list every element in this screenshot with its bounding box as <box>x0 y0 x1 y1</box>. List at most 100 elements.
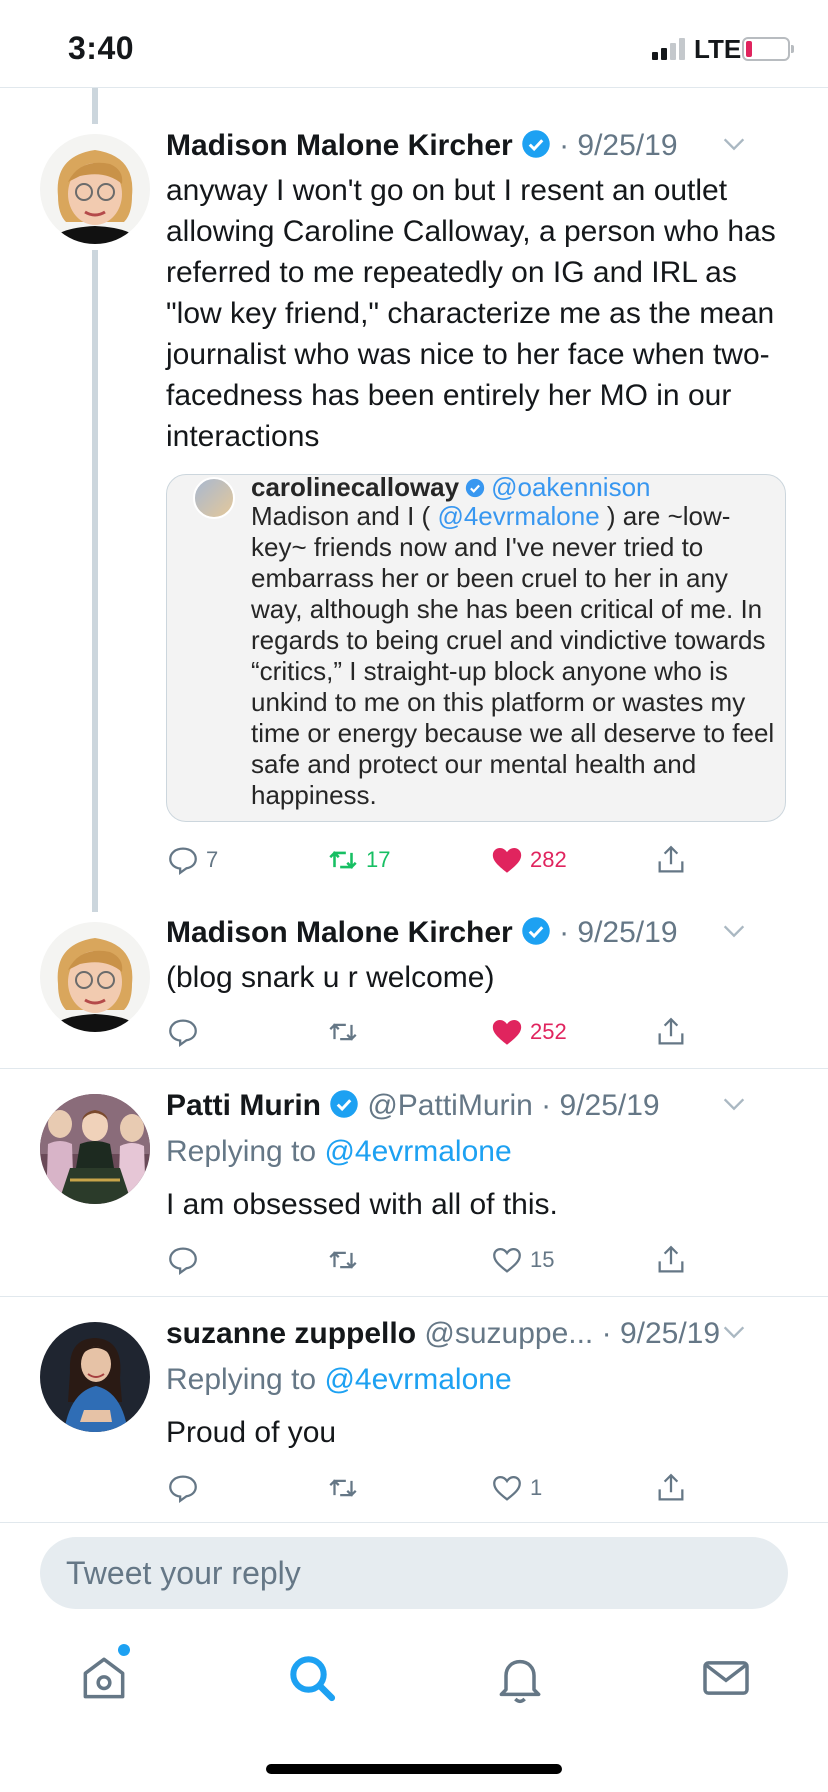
avatar[interactable] <box>40 922 150 1032</box>
tweet-header: Madison Malone Kircher · 9/25/19 <box>166 126 788 166</box>
replying-to-label: Replying to <box>166 1135 325 1168</box>
replying-to-handle[interactable]: @4evrmalone <box>324 1363 511 1396</box>
share-button[interactable] <box>654 1240 688 1280</box>
chevron-down-icon[interactable] <box>720 917 748 945</box>
home-indicator[interactable] <box>266 1764 562 1774</box>
nav-notifications[interactable] <box>492 1650 548 1706</box>
tweet-date[interactable]: 9/25/19 <box>620 1317 720 1350</box>
divider <box>0 1296 828 1297</box>
replying-to: Replying to @4evrmalone <box>166 1360 512 1400</box>
embed-verified-icon <box>465 478 485 498</box>
tweet-actions: 7 17 282 <box>166 840 706 880</box>
avatar-photo <box>40 1322 150 1432</box>
tweet-text: I am obsessed with all of this. <box>166 1188 558 1221</box>
reply-icon <box>169 1247 197 1275</box>
like-button[interactable]: 282 <box>490 840 567 880</box>
bottom-nav <box>0 1620 828 1730</box>
like-button[interactable]: 1 <box>490 1468 542 1508</box>
author-name[interactable]: Patti Murin <box>166 1089 321 1122</box>
notification-dot <box>118 1644 130 1656</box>
divider <box>0 1522 828 1523</box>
retweet-button[interactable]: 17 <box>326 840 390 880</box>
nav-messages[interactable] <box>698 1650 754 1706</box>
like-button[interactable]: 15 <box>490 1240 554 1280</box>
embed-mention: @4evrmalone <box>437 501 600 531</box>
reply-icon <box>169 847 197 875</box>
heart-filled-icon <box>492 847 522 873</box>
share-icon <box>658 1017 684 1045</box>
retweet-icon <box>329 851 357 869</box>
thread-line <box>92 88 98 124</box>
author-name[interactable]: suzanne zuppello <box>166 1317 416 1350</box>
avatar-photo <box>40 922 150 1032</box>
tweet-actions: 15 <box>166 1240 706 1280</box>
battery-icon <box>742 37 794 61</box>
author-handle-text: @suzuppe... <box>424 1317 594 1350</box>
tweet-header: Madison Malone Kircher · 9/25/19 <box>166 913 788 953</box>
embed-text-after: ) are ~low-key~ friends now and I've nev… <box>251 501 775 810</box>
thread-line <box>92 250 98 912</box>
avatar-photo <box>40 134 150 244</box>
tweet-header: Patti Murin @PattiMurin · 9/25/19 <box>166 1086 788 1126</box>
embedded-image[interactable]: carolinecalloway @oakennison Madison and … <box>166 474 786 822</box>
retweet-icon <box>329 1023 357 1041</box>
author-handle[interactable]: @PattiMurin <box>359 1089 533 1122</box>
tweet-date[interactable]: 9/25/19 <box>560 1089 660 1122</box>
replying-to-handle[interactable]: @4evrmalone <box>324 1135 511 1168</box>
reply-button[interactable] <box>166 1468 206 1508</box>
avatar[interactable] <box>40 1322 150 1432</box>
share-button[interactable] <box>654 1012 688 1052</box>
replying-to: Replying to @4evrmalone <box>166 1132 512 1172</box>
nav-home[interactable] <box>76 1644 132 1706</box>
retweet-icon <box>329 1251 357 1269</box>
share-icon <box>658 1473 684 1501</box>
share-button[interactable] <box>654 840 688 880</box>
verified-icon <box>521 917 550 945</box>
heart-icon <box>493 1247 521 1273</box>
reply-button[interactable] <box>166 1240 206 1280</box>
divider <box>0 1068 828 1069</box>
reply-button[interactable] <box>166 1012 206 1052</box>
chevron-down-icon[interactable] <box>720 1090 748 1118</box>
avatar[interactable] <box>40 134 150 244</box>
tweet-date[interactable]: 9/25/19 <box>577 916 677 949</box>
tweet-actions: 252 <box>166 1012 706 1052</box>
reply-input[interactable]: Tweet your reply <box>40 1537 788 1609</box>
chevron-down-icon[interactable] <box>720 130 748 158</box>
share-button[interactable] <box>654 1468 688 1508</box>
avatar[interactable] <box>40 1094 150 1204</box>
tweet-text: Proud of you <box>166 1416 337 1449</box>
author-handle[interactable]: @suzuppe... <box>416 1317 593 1350</box>
reply-icon <box>169 1019 197 1047</box>
status-time: 3:40 <box>68 30 135 66</box>
separator-dot: · <box>532 1089 560 1122</box>
nav-search[interactable] <box>284 1650 340 1706</box>
tweet-actions: 1 <box>166 1468 706 1508</box>
retweet-icon <box>329 1479 357 1497</box>
separator-dot: · <box>550 129 578 162</box>
like-button[interactable]: 252 <box>490 1012 567 1052</box>
embed-handle: @oakennison <box>491 474 651 502</box>
chevron-down-icon[interactable] <box>720 1318 748 1346</box>
like-count: 1 <box>530 1475 543 1500</box>
status-bar: 3:40 LTE <box>0 0 828 88</box>
embed-header: carolinecalloway @oakennison <box>251 474 651 503</box>
messages-icon <box>703 1661 749 1695</box>
tweet-date[interactable]: 9/25/19 <box>577 129 677 162</box>
home-icon <box>83 1657 125 1699</box>
author-name[interactable]: Madison Malone Kircher <box>166 129 513 162</box>
signal-icon <box>652 38 688 60</box>
separator-dot: · <box>550 916 578 949</box>
retweet-count: 17 <box>366 847 391 872</box>
like-count: 15 <box>530 1247 555 1272</box>
retweet-button[interactable] <box>326 1240 366 1280</box>
embed-avatar <box>193 477 235 519</box>
retweet-button[interactable] <box>326 1468 366 1508</box>
reply-button[interactable]: 7 <box>166 840 218 880</box>
verified-icon <box>521 130 550 158</box>
reply-icon <box>169 1475 197 1503</box>
retweet-button[interactable] <box>326 1012 366 1052</box>
network-label: LTE <box>694 34 742 64</box>
reply-count: 7 <box>206 847 219 872</box>
author-name[interactable]: Madison Malone Kircher <box>166 916 513 949</box>
